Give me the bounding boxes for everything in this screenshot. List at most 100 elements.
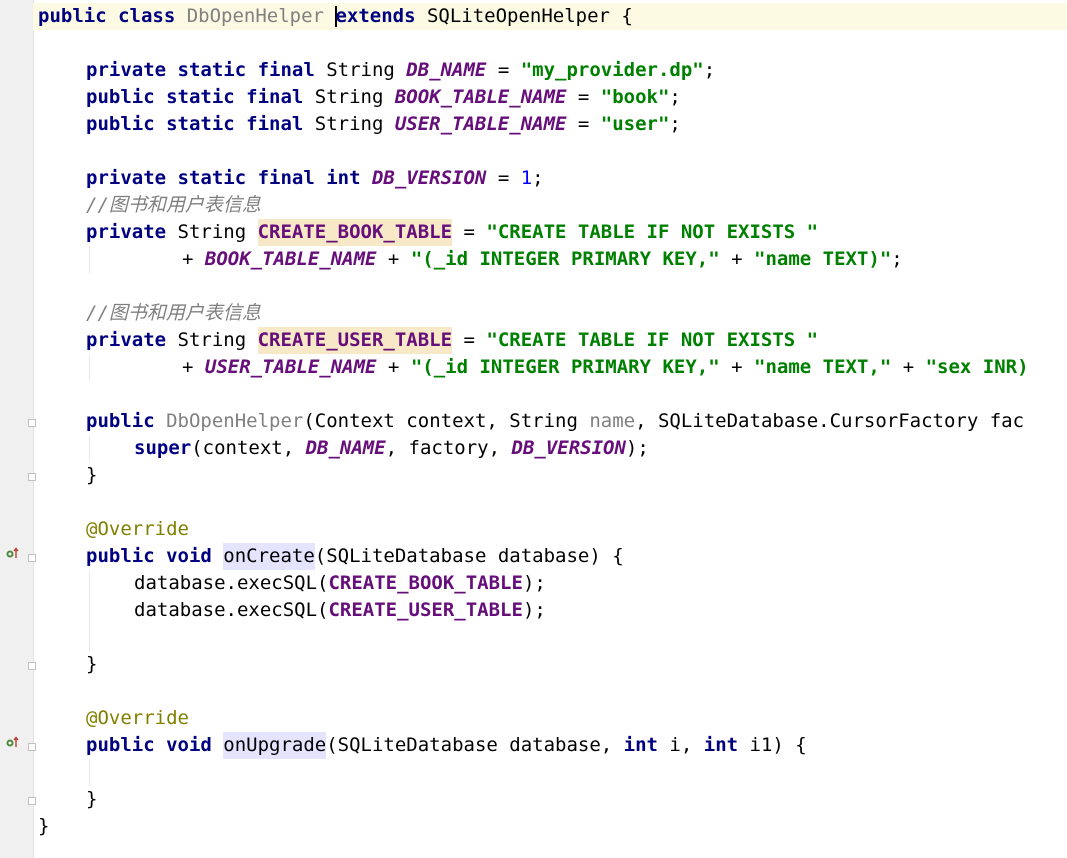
code-token: } xyxy=(38,815,50,837)
code-line-17[interactable]: super (context, DB_NAME, factory, DB_VERS… xyxy=(134,435,649,462)
code-token: } xyxy=(86,653,98,675)
code-token: DB_VERSION xyxy=(511,437,626,459)
code-line-25[interactable]: } xyxy=(86,651,97,678)
code-token: DB_NAME xyxy=(406,59,487,81)
code-token: SQLiteOpenHelper { xyxy=(415,5,633,27)
indent-guide xyxy=(89,759,90,786)
code-line-7[interactable]: private static final int DB_VERSION = 1; xyxy=(86,165,544,192)
code-token: 1 xyxy=(520,167,533,189)
code-token: , SQLiteDatabase.CursorFactory fac xyxy=(635,410,1025,432)
code-comment: //图书和用户表信息 xyxy=(86,302,261,324)
code-token: "(_id INTEGER PRIMARY KEY," xyxy=(410,248,720,270)
code-line-9[interactable]: private String CREATE_BOOK_TABLE = "CREA… xyxy=(86,219,818,246)
code-token: CREATE_BOOK_TABLE xyxy=(257,219,453,246)
code-token: "CREATE TABLE IF NOT EXISTS " xyxy=(486,329,819,351)
code-token: "CREATE TABLE IF NOT EXISTS " xyxy=(486,221,819,243)
indent-guide xyxy=(89,246,90,273)
code-token: (SQLiteDatabase database) { xyxy=(314,545,624,567)
indent-guide xyxy=(89,570,90,651)
code-token: USER_TABLE_NAME xyxy=(394,113,567,135)
code-token: (context, xyxy=(191,437,306,459)
code-token: "sex INR) xyxy=(925,356,1029,378)
code-line-31[interactable]: } xyxy=(38,813,49,840)
code-token: private xyxy=(86,329,178,351)
code-token: ; xyxy=(532,167,544,189)
code-line-27[interactable]: @Override xyxy=(86,705,189,732)
code-line-21[interactable]: public void onCreate (SQLiteDatabase data… xyxy=(86,543,624,570)
code-token: int xyxy=(623,734,670,756)
code-token: DbOpenHelper xyxy=(186,5,336,27)
code-token: + xyxy=(182,248,205,270)
code-token: String xyxy=(326,59,407,81)
code-token: onCreate xyxy=(223,543,315,570)
code-line-28[interactable]: public void onUpgrade (SQLiteDatabase dat… xyxy=(86,732,807,759)
code-token: ; xyxy=(669,86,681,108)
code-line-22[interactable]: database.execSQL(CREATE_BOOK_TABLE); xyxy=(134,570,546,597)
code-line-16[interactable]: public DbOpenHelper (Context context, Str… xyxy=(86,408,1024,435)
code-token: String xyxy=(314,86,395,108)
code-line-20[interactable]: @Override xyxy=(86,516,189,543)
code-line-18[interactable]: } xyxy=(86,462,97,489)
code-token: = xyxy=(452,221,487,243)
fold-marker-icon[interactable] xyxy=(28,419,36,427)
code-token: DbOpenHelper xyxy=(166,410,304,432)
code-token: "book" xyxy=(600,86,670,108)
code-token: super xyxy=(134,437,192,459)
code-token: CREATE_USER_TABLE xyxy=(257,327,453,354)
code-token: "name TEXT," xyxy=(754,356,892,378)
code-token: public static final xyxy=(86,86,315,108)
code-token: String xyxy=(177,329,258,351)
indent-guide xyxy=(89,435,90,462)
code-editor[interactable]: public class DbOpenHelper extends SQLite… xyxy=(0,0,1067,858)
code-line-3[interactable]: private static final String DB_NAME = "m… xyxy=(86,57,715,84)
indent-guide xyxy=(89,354,90,381)
code-token: ; xyxy=(669,113,681,135)
fold-marker-icon[interactable] xyxy=(28,743,36,751)
code-comment: //图书和用户表信息 xyxy=(86,194,261,216)
code-token: "user" xyxy=(600,113,670,135)
fold-marker-icon[interactable] xyxy=(28,473,36,481)
code-token: ; xyxy=(703,59,716,81)
fold-marker-icon[interactable] xyxy=(28,554,36,562)
fold-marker-icon[interactable] xyxy=(28,797,36,805)
override-method-icon[interactable] xyxy=(5,735,19,749)
code-token: + xyxy=(376,248,411,270)
code-line-23[interactable]: database.execSQL(CREATE_USER_TABLE); xyxy=(134,597,546,624)
code-token: ; xyxy=(891,248,903,270)
override-method-icon[interactable] xyxy=(5,546,19,560)
code-line-14[interactable]: + USER_TABLE_NAME + "(_id INTEGER PRIMAR… xyxy=(182,354,1029,381)
code-line-13[interactable]: private String CREATE_USER_TABLE = "CREA… xyxy=(86,327,818,354)
code-token: ); xyxy=(522,572,546,594)
fold-marker-icon[interactable] xyxy=(28,662,36,670)
editor-gutter[interactable] xyxy=(0,0,34,858)
code-token: = xyxy=(486,59,521,81)
code-token: USER_TABLE_NAME xyxy=(204,356,377,378)
code-token: String xyxy=(314,113,395,135)
code-token: database.execSQL( xyxy=(134,572,329,594)
code-token: BOOK_TABLE_NAME xyxy=(394,86,567,108)
code-token: = xyxy=(486,167,521,189)
code-token: public void xyxy=(86,545,224,567)
code-token: DB_NAME xyxy=(305,437,386,459)
code-token: , factory, xyxy=(385,437,512,459)
code-line-5[interactable]: public static final String USER_TABLE_NA… xyxy=(86,111,681,138)
code-token: int xyxy=(703,734,750,756)
code-token: BOOK_TABLE_NAME xyxy=(204,248,377,270)
code-token: + xyxy=(719,356,754,378)
code-line-4[interactable]: public static final String BOOK_TABLE_NA… xyxy=(86,84,681,111)
code-line-30[interactable]: } xyxy=(86,786,97,813)
code-token: CREATE_USER_TABLE xyxy=(328,599,523,621)
code-token: (Context context, String xyxy=(303,410,590,432)
code-line-1[interactable]: public class DbOpenHelper extends SQLite… xyxy=(33,3,1067,30)
code-token: + xyxy=(376,356,411,378)
code-token: onUpgrade xyxy=(223,732,327,759)
code-token: } xyxy=(86,788,98,810)
code-line-10[interactable]: + BOOK_TABLE_NAME + "(_id INTEGER PRIMAR… xyxy=(182,246,903,273)
code-token: = xyxy=(566,86,601,108)
code-annotation: @Override xyxy=(86,707,189,729)
code-token: private xyxy=(86,221,178,243)
code-line-8[interactable]: //图书和用户表信息 xyxy=(86,192,261,219)
code-token: + xyxy=(719,248,754,270)
code-line-12[interactable]: //图书和用户表信息 xyxy=(86,300,261,327)
code-token: = xyxy=(566,113,601,135)
